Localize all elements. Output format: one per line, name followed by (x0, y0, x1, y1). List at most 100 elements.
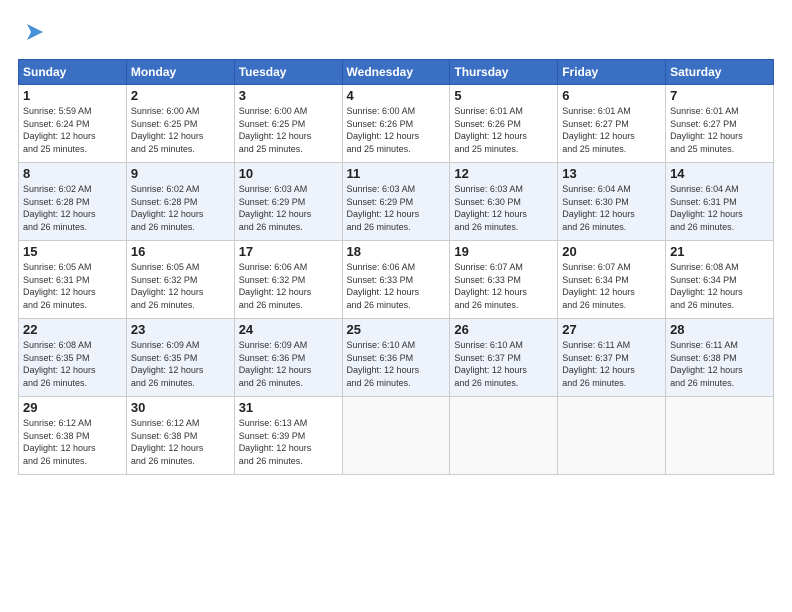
day-number: 5 (454, 88, 553, 103)
calendar-cell: 7 Sunrise: 6:01 AM Sunset: 6:27 PM Daylig… (666, 85, 774, 163)
weekday-header: Sunday (19, 60, 127, 85)
day-info: Sunrise: 6:04 AM Sunset: 6:30 PM Dayligh… (562, 183, 661, 233)
calendar-cell: 25 Sunrise: 6:10 AM Sunset: 6:36 PM Dayli… (342, 319, 450, 397)
calendar-cell: 12 Sunrise: 6:03 AM Sunset: 6:30 PM Dayli… (450, 163, 558, 241)
calendar-cell: 30 Sunrise: 6:12 AM Sunset: 6:38 PM Dayli… (126, 397, 234, 475)
day-info: Sunrise: 6:07 AM Sunset: 6:34 PM Dayligh… (562, 261, 661, 311)
day-info: Sunrise: 6:11 AM Sunset: 6:38 PM Dayligh… (670, 339, 769, 389)
calendar-cell: 11Sunrise: 6:03 AM Sunset: 6:29 PM Dayli… (342, 163, 450, 241)
calendar-cell: 6 Sunrise: 6:01 AM Sunset: 6:27 PM Daylig… (558, 85, 666, 163)
calendar-cell: 5 Sunrise: 6:01 AM Sunset: 6:26 PM Daylig… (450, 85, 558, 163)
day-info: Sunrise: 6:00 AM Sunset: 6:25 PM Dayligh… (131, 105, 230, 155)
calendar-cell: 23Sunrise: 6:09 AM Sunset: 6:35 PM Dayli… (126, 319, 234, 397)
day-number: 26 (454, 322, 553, 337)
day-info: Sunrise: 6:11 AM Sunset: 6:37 PM Dayligh… (562, 339, 661, 389)
day-info: Sunrise: 6:01 AM Sunset: 6:27 PM Dayligh… (670, 105, 769, 155)
calendar-cell (342, 397, 450, 475)
calendar-week-row: 8 Sunrise: 6:02 AM Sunset: 6:28 PM Daylig… (19, 163, 774, 241)
calendar-cell: 13 Sunrise: 6:04 AM Sunset: 6:30 PM Dayli… (558, 163, 666, 241)
calendar-cell: 16 Sunrise: 6:05 AM Sunset: 6:32 PM Dayli… (126, 241, 234, 319)
day-info: Sunrise: 6:08 AM Sunset: 6:34 PM Dayligh… (670, 261, 769, 311)
calendar-cell: 10 Sunrise: 6:03 AM Sunset: 6:29 PM Dayli… (234, 163, 342, 241)
day-info: Sunrise: 6:06 AM Sunset: 6:32 PM Dayligh… (239, 261, 338, 311)
day-number: 27 (562, 322, 661, 337)
weekday-header: Wednesday (342, 60, 450, 85)
day-number: 23 (131, 322, 230, 337)
day-number: 16 (131, 244, 230, 259)
day-number: 10 (239, 166, 338, 181)
day-info: Sunrise: 6:12 AM Sunset: 6:38 PM Dayligh… (131, 417, 230, 467)
day-number: 14 (670, 166, 769, 181)
header (18, 18, 774, 47)
day-number: 6 (562, 88, 661, 103)
weekday-header: Thursday (450, 60, 558, 85)
day-number: 31 (239, 400, 338, 415)
day-number: 2 (131, 88, 230, 103)
calendar-cell: 21 Sunrise: 6:08 AM Sunset: 6:34 PM Dayli… (666, 241, 774, 319)
calendar-header-row: SundayMondayTuesdayWednesdayThursdayFrid… (19, 60, 774, 85)
calendar-cell: 1Sunrise: 5:59 AM Sunset: 6:24 PM Daylig… (19, 85, 127, 163)
day-info: Sunrise: 6:08 AM Sunset: 6:35 PM Dayligh… (23, 339, 122, 389)
calendar-cell (666, 397, 774, 475)
calendar-week-row: 22 Sunrise: 6:08 AM Sunset: 6:35 PM Dayli… (19, 319, 774, 397)
day-number: 15 (23, 244, 122, 259)
day-number: 21 (670, 244, 769, 259)
calendar-cell: 8 Sunrise: 6:02 AM Sunset: 6:28 PM Daylig… (19, 163, 127, 241)
day-number: 1 (23, 88, 122, 103)
day-number: 24 (239, 322, 338, 337)
calendar-cell: 2 Sunrise: 6:00 AM Sunset: 6:25 PM Daylig… (126, 85, 234, 163)
weekday-header: Friday (558, 60, 666, 85)
day-number: 30 (131, 400, 230, 415)
day-number: 8 (23, 166, 122, 181)
day-info: Sunrise: 6:09 AM Sunset: 6:36 PM Dayligh… (239, 339, 338, 389)
day-number: 3 (239, 88, 338, 103)
weekday-header: Monday (126, 60, 234, 85)
calendar-cell: 17Sunrise: 6:06 AM Sunset: 6:32 PM Dayli… (234, 241, 342, 319)
calendar-cell: 27 Sunrise: 6:11 AM Sunset: 6:37 PM Dayli… (558, 319, 666, 397)
day-info: Sunrise: 6:12 AM Sunset: 6:38 PM Dayligh… (23, 417, 122, 467)
calendar-cell: 18Sunrise: 6:06 AM Sunset: 6:33 PM Dayli… (342, 241, 450, 319)
day-number: 28 (670, 322, 769, 337)
day-number: 4 (347, 88, 446, 103)
calendar-cell: 20Sunrise: 6:07 AM Sunset: 6:34 PM Dayli… (558, 241, 666, 319)
day-info: Sunrise: 6:00 AM Sunset: 6:26 PM Dayligh… (347, 105, 446, 155)
calendar-cell: 15 Sunrise: 6:05 AM Sunset: 6:31 PM Dayli… (19, 241, 127, 319)
day-number: 25 (347, 322, 446, 337)
day-info: Sunrise: 6:02 AM Sunset: 6:28 PM Dayligh… (23, 183, 122, 233)
calendar-body: 1Sunrise: 5:59 AM Sunset: 6:24 PM Daylig… (19, 85, 774, 475)
day-info: Sunrise: 6:02 AM Sunset: 6:28 PM Dayligh… (131, 183, 230, 233)
day-info: Sunrise: 6:10 AM Sunset: 6:37 PM Dayligh… (454, 339, 553, 389)
day-number: 29 (23, 400, 122, 415)
logo-text (18, 18, 49, 51)
calendar-cell (450, 397, 558, 475)
day-info: Sunrise: 6:06 AM Sunset: 6:33 PM Dayligh… (347, 261, 446, 311)
day-info: Sunrise: 6:05 AM Sunset: 6:32 PM Dayligh… (131, 261, 230, 311)
weekday-header: Tuesday (234, 60, 342, 85)
calendar-cell: 24 Sunrise: 6:09 AM Sunset: 6:36 PM Dayli… (234, 319, 342, 397)
day-number: 22 (23, 322, 122, 337)
calendar-cell: 9Sunrise: 6:02 AM Sunset: 6:28 PM Daylig… (126, 163, 234, 241)
calendar-cell: 26 Sunrise: 6:10 AM Sunset: 6:37 PM Dayli… (450, 319, 558, 397)
day-info: Sunrise: 6:01 AM Sunset: 6:27 PM Dayligh… (562, 105, 661, 155)
day-info: Sunrise: 6:13 AM Sunset: 6:39 PM Dayligh… (239, 417, 338, 467)
day-info: Sunrise: 6:07 AM Sunset: 6:33 PM Dayligh… (454, 261, 553, 311)
day-number: 12 (454, 166, 553, 181)
weekday-header: Saturday (666, 60, 774, 85)
day-info: Sunrise: 6:01 AM Sunset: 6:26 PM Dayligh… (454, 105, 553, 155)
day-info: Sunrise: 6:03 AM Sunset: 6:30 PM Dayligh… (454, 183, 553, 233)
calendar-cell (558, 397, 666, 475)
calendar-week-row: 29 Sunrise: 6:12 AM Sunset: 6:38 PM Dayli… (19, 397, 774, 475)
day-info: Sunrise: 6:05 AM Sunset: 6:31 PM Dayligh… (23, 261, 122, 311)
calendar-cell: 3Sunrise: 6:00 AM Sunset: 6:25 PM Daylig… (234, 85, 342, 163)
day-info: Sunrise: 6:03 AM Sunset: 6:29 PM Dayligh… (239, 183, 338, 233)
day-number: 13 (562, 166, 661, 181)
logo (18, 18, 49, 47)
page: SundayMondayTuesdayWednesdayThursdayFrid… (0, 0, 792, 485)
day-info: Sunrise: 6:10 AM Sunset: 6:36 PM Dayligh… (347, 339, 446, 389)
day-number: 7 (670, 88, 769, 103)
day-info: Sunrise: 6:04 AM Sunset: 6:31 PM Dayligh… (670, 183, 769, 233)
calendar-week-row: 1Sunrise: 5:59 AM Sunset: 6:24 PM Daylig… (19, 85, 774, 163)
calendar-cell: 28 Sunrise: 6:11 AM Sunset: 6:38 PM Dayli… (666, 319, 774, 397)
calendar-cell: 4 Sunrise: 6:00 AM Sunset: 6:26 PM Daylig… (342, 85, 450, 163)
calendar-cell: 29 Sunrise: 6:12 AM Sunset: 6:38 PM Dayli… (19, 397, 127, 475)
